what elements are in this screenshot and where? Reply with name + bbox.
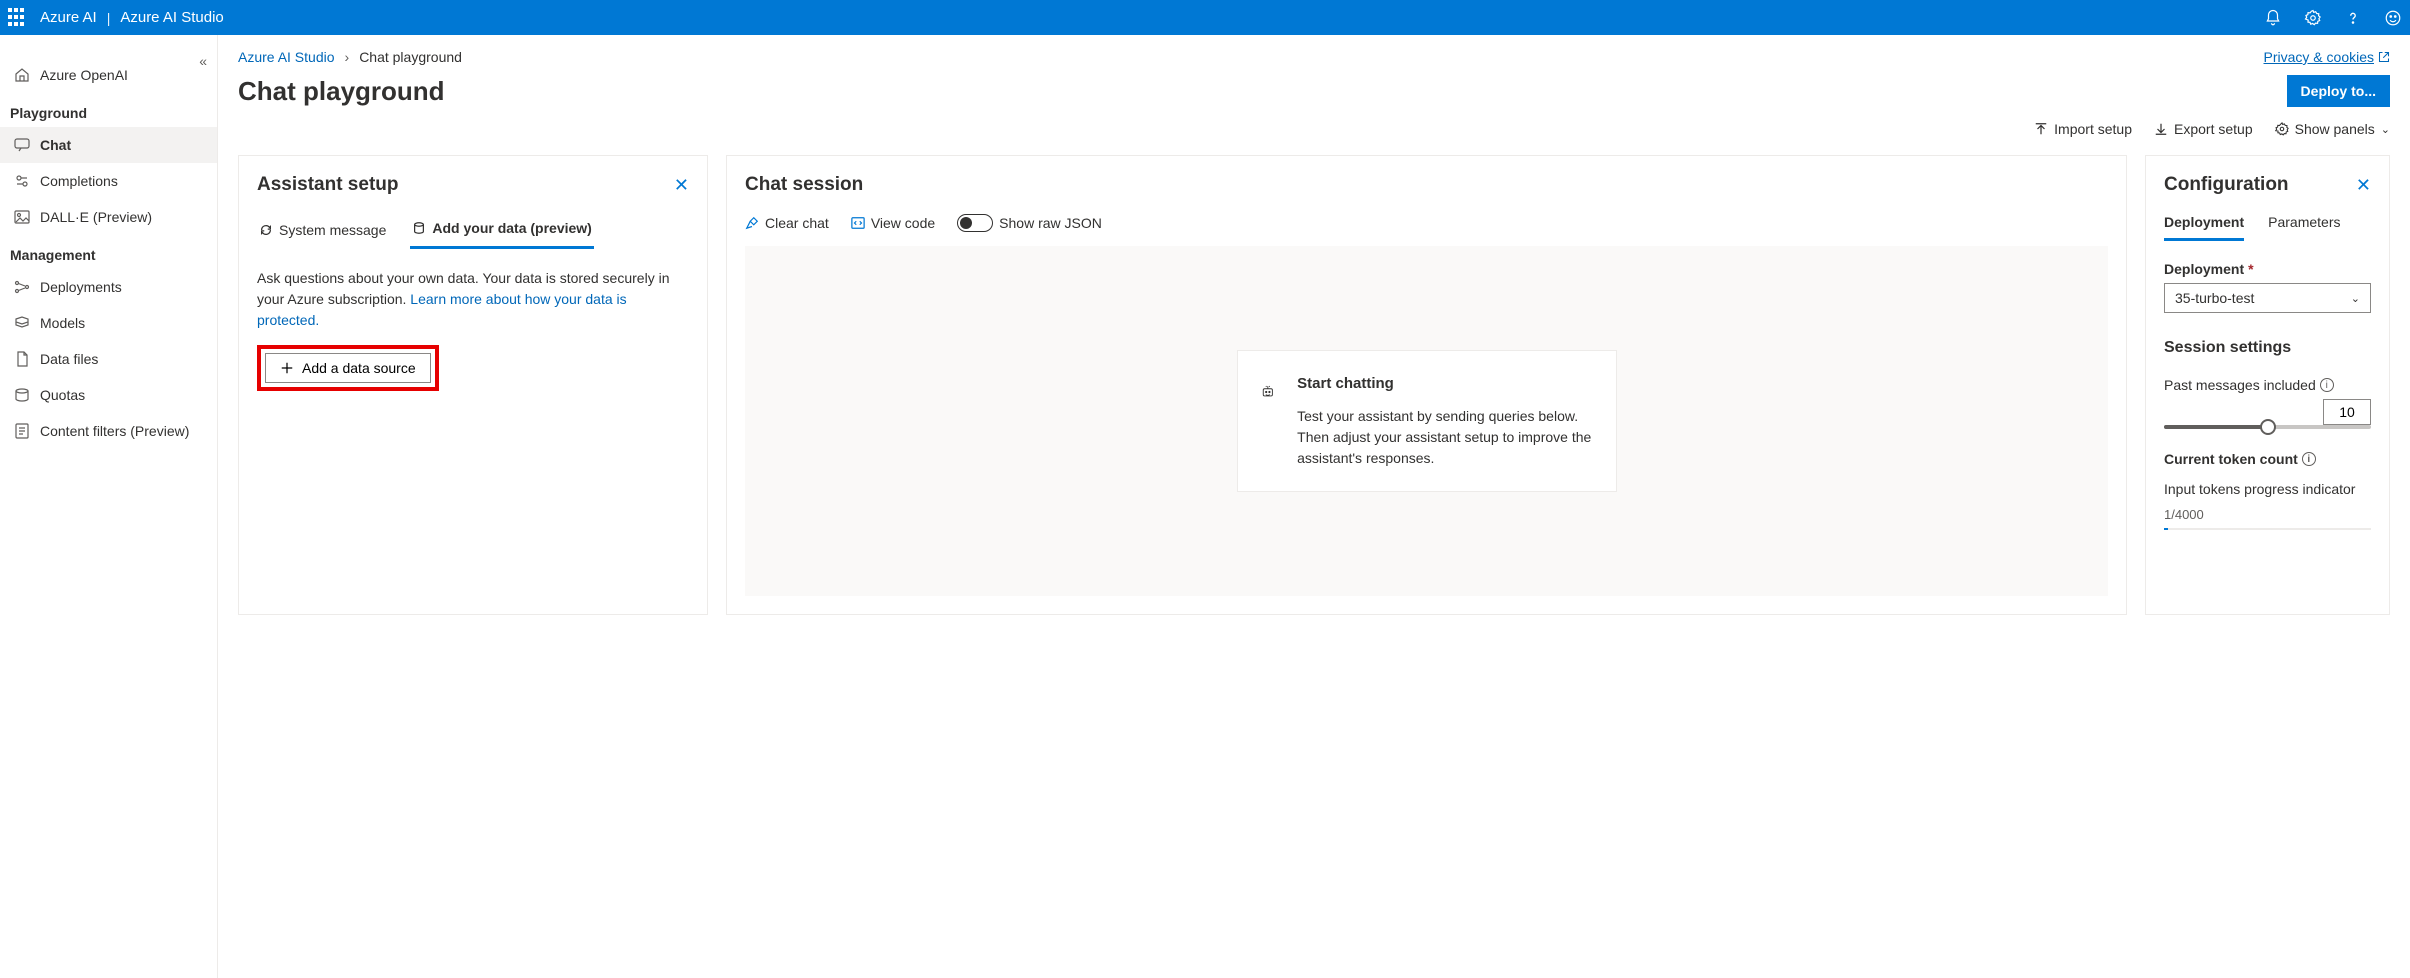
feedback-icon[interactable] — [2384, 9, 2402, 27]
sidebar-item-deployments[interactable]: Deployments — [0, 269, 217, 305]
sidebar-item-label: Deployments — [40, 279, 122, 295]
sidebar-heading-playground: Playground — [0, 93, 217, 127]
past-messages-slider[interactable] — [2164, 425, 2371, 429]
brand-divider: | — [107, 10, 111, 26]
config-panel-title: Configuration — [2164, 174, 2289, 196]
chevron-right-icon: › — [345, 49, 350, 65]
bell-icon[interactable] — [2264, 9, 2282, 27]
help-icon[interactable] — [2344, 9, 2362, 27]
start-chatting-body: Test your assistant by sending queries b… — [1297, 408, 1591, 466]
brand-left: Azure AI — [40, 9, 97, 26]
info-icon[interactable]: i — [2320, 378, 2334, 392]
sidebar-item-label: Quotas — [40, 387, 85, 403]
assistant-panel-title: Assistant setup — [257, 174, 398, 196]
sidebar: « Azure OpenAI Playground Chat Completio… — [0, 35, 218, 978]
filter-icon — [14, 423, 30, 439]
privacy-link[interactable]: Privacy & cookies — [2264, 49, 2390, 65]
file-icon — [14, 351, 30, 367]
add-data-source-button[interactable]: Add a data source — [265, 353, 431, 383]
deployment-label: Deployment* — [2164, 261, 2371, 277]
highlight-annotation: Add a data source — [257, 345, 439, 391]
chat-panel-title: Chat session — [745, 174, 2108, 196]
sidebar-item-label: Completions — [40, 173, 118, 189]
deployment-select[interactable]: 35-turbo-test ⌄ — [2164, 283, 2371, 313]
chat-canvas: Start chatting Test your assistant by se… — [745, 246, 2108, 596]
gear-icon — [2275, 122, 2289, 136]
completions-icon — [14, 173, 30, 189]
session-settings-heading: Session settings — [2164, 339, 2371, 357]
info-icon[interactable]: i — [2302, 452, 2316, 466]
close-icon[interactable]: ✕ — [674, 175, 689, 196]
tab-add-your-data[interactable]: Add your data (preview) — [410, 214, 593, 249]
sidebar-item-label: Data files — [40, 351, 98, 367]
app-launcher-icon[interactable] — [8, 8, 28, 28]
code-icon — [851, 216, 865, 230]
start-chatting-card: Start chatting Test your assistant by se… — [1237, 350, 1617, 492]
collapse-sidebar-icon[interactable]: « — [199, 53, 207, 69]
sidebar-item-chat[interactable]: Chat — [0, 127, 217, 163]
deployments-icon — [14, 279, 30, 295]
quotas-icon — [14, 387, 30, 403]
sidebar-item-label: DALL·E (Preview) — [40, 209, 152, 225]
show-panels-button[interactable]: Show panels ⌄ — [2275, 121, 2390, 137]
sidebar-item-label: Azure OpenAI — [40, 67, 128, 83]
sidebar-item-data-files[interactable]: Data files — [0, 341, 217, 377]
chat-icon — [14, 137, 30, 153]
sidebar-item-label: Chat — [40, 137, 71, 153]
export-setup-button[interactable]: Export setup — [2154, 121, 2253, 137]
tab-system-message[interactable]: System message — [257, 214, 388, 249]
sidebar-item-models[interactable]: Models — [0, 305, 217, 341]
breadcrumb-current: Chat playground — [359, 49, 462, 65]
sidebar-heading-management: Management — [0, 235, 217, 269]
toggle-icon — [957, 214, 993, 232]
deployment-select-value: 35-turbo-test — [2175, 290, 2254, 306]
sidebar-item-completions[interactable]: Completions — [0, 163, 217, 199]
sidebar-item-quotas[interactable]: Quotas — [0, 377, 217, 413]
chevron-down-icon: ⌄ — [2381, 123, 2390, 136]
page-title: Chat playground — [238, 76, 445, 107]
refresh-icon — [259, 223, 273, 237]
configuration-panel: Configuration ✕ Deployment Parameters De… — [2145, 155, 2390, 615]
deploy-button[interactable]: Deploy to... — [2287, 75, 2390, 107]
export-icon — [2154, 122, 2168, 136]
sidebar-item-dalle[interactable]: DALL·E (Preview) — [0, 199, 217, 235]
clear-chat-button[interactable]: Clear chat — [745, 215, 829, 231]
view-code-button[interactable]: View code — [851, 215, 935, 231]
brand-right: Azure AI Studio — [120, 9, 223, 26]
token-progress-bar — [2164, 528, 2371, 530]
models-icon — [14, 315, 30, 331]
import-icon — [2034, 122, 2048, 136]
sidebar-item-content-filters[interactable]: Content filters (Preview) — [0, 413, 217, 449]
chevron-down-icon: ⌄ — [2351, 292, 2360, 305]
tab-deployment[interactable]: Deployment — [2164, 214, 2244, 241]
start-chatting-heading: Start chatting — [1297, 373, 1593, 396]
external-link-icon — [2378, 51, 2390, 63]
broom-icon — [745, 216, 759, 230]
main-content: Azure AI Studio › Chat playground Privac… — [218, 35, 2410, 978]
chat-session-panel: Chat session Clear chat View code Show r… — [726, 155, 2127, 615]
token-count-heading: Current token count i — [2164, 451, 2371, 467]
sidebar-item-label: Models — [40, 315, 85, 331]
gear-icon[interactable] — [2304, 9, 2322, 27]
image-icon — [14, 209, 30, 225]
tab-parameters[interactable]: Parameters — [2268, 214, 2340, 241]
assistant-setup-panel: Assistant setup ✕ System message Add you… — [238, 155, 708, 615]
token-fraction: 1/4000 — [2164, 507, 2371, 522]
breadcrumb: Azure AI Studio › Chat playground — [238, 49, 462, 65]
token-progress-label: Input tokens progress indicator — [2164, 481, 2371, 497]
past-messages-input[interactable] — [2323, 399, 2371, 425]
past-messages-label: Past messages included i — [2164, 377, 2371, 393]
show-raw-json-toggle[interactable]: Show raw JSON — [957, 214, 1102, 232]
bot-icon — [1260, 373, 1276, 411]
topbar: Azure AI | Azure AI Studio — [0, 0, 2410, 35]
close-icon[interactable]: ✕ — [2356, 175, 2371, 196]
import-setup-button[interactable]: Import setup — [2034, 121, 2132, 137]
plus-icon — [280, 361, 294, 375]
breadcrumb-root[interactable]: Azure AI Studio — [238, 49, 335, 65]
sidebar-item-label: Content filters (Preview) — [40, 423, 189, 439]
assistant-description: Ask questions about your own data. Your … — [257, 268, 689, 331]
data-icon — [412, 221, 426, 235]
home-icon — [14, 67, 30, 83]
sidebar-item-azure-openai[interactable]: Azure OpenAI — [0, 57, 217, 93]
